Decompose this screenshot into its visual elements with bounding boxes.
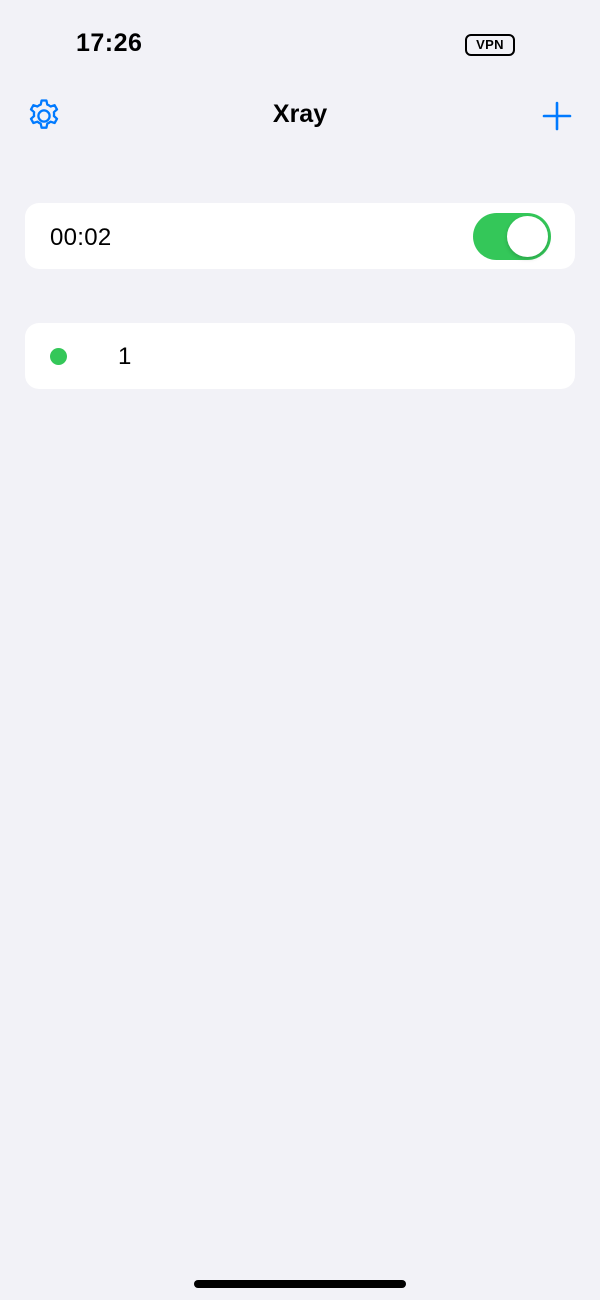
home-indicator[interactable]: [194, 1280, 406, 1288]
status-time: 17:26: [76, 29, 143, 57]
config-list-item[interactable]: 1: [25, 323, 575, 389]
status-bar: 17:26 VPN: [0, 0, 600, 80]
plus-icon: [542, 101, 572, 131]
vpn-badge: VPN: [465, 34, 515, 56]
status-dot-icon: [50, 348, 67, 365]
config-name: 1: [118, 343, 132, 370]
connection-timer: 00:02: [50, 224, 112, 251]
toggle-knob: [507, 216, 548, 257]
connection-card: 00:02: [25, 203, 575, 269]
vpn-toggle[interactable]: [473, 213, 551, 260]
add-button[interactable]: [541, 100, 573, 132]
navigation-bar: Xray: [0, 88, 600, 144]
page-title: Xray: [272, 100, 328, 128]
